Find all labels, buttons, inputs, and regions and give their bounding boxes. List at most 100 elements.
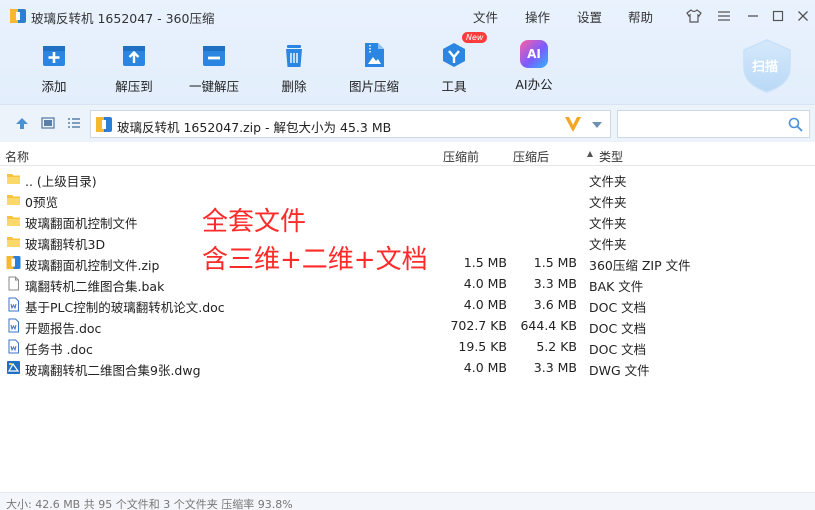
file-name: 0预览 <box>25 195 58 210</box>
column-size[interactable]: 压缩前 <box>443 148 479 165</box>
skin-shirt-icon[interactable] <box>684 6 704 26</box>
file-name: 璃翻转机二维图合集.bak <box>25 279 165 294</box>
file-size: 4.0 MB <box>463 297 507 312</box>
file-type: 文件夹 <box>589 237 627 252</box>
file-name: .. (上级目录) <box>25 174 97 189</box>
one-click-extract-button[interactable]: 一键解压 <box>182 40 246 96</box>
file-size: 4.0 MB <box>463 360 507 375</box>
extract-to-button[interactable]: 解压到 <box>102 40 166 96</box>
delete-button[interactable]: 删除 <box>262 40 326 96</box>
column-type[interactable]: 类型 <box>599 148 623 165</box>
add-button[interactable]: 添加 <box>22 40 86 96</box>
file-row[interactable]: 任务书 .doc 19.5 KB 5.2 KB DOC 文档 <box>0 336 815 357</box>
ai-office-icon: AI <box>520 40 548 68</box>
minimize-icon[interactable] <box>743 6 763 26</box>
file-type: 文件夹 <box>589 174 627 189</box>
column-packed[interactable]: 压缩后 <box>513 148 549 165</box>
overlay-line-2: 含三维+二维+文档 <box>202 245 428 275</box>
delete-icon <box>286 45 302 67</box>
file-size: 1.5 MB <box>463 255 507 270</box>
add-icon <box>43 46 65 66</box>
menu-help[interactable]: 帮助 <box>628 7 653 26</box>
file-name: 玻璃翻转机二维图合集9张.dwg <box>25 363 201 378</box>
file-type: BAK 文件 <box>589 279 644 294</box>
file-row[interactable]: 璃翻转机二维图合集.bak 4.0 MB 3.3 MB BAK 文件 <box>0 273 815 294</box>
close-icon[interactable] <box>793 6 813 26</box>
up-arrow-icon[interactable] <box>14 115 30 131</box>
search-input[interactable] <box>617 110 810 138</box>
file-row[interactable]: 0预览 文件夹 <box>0 189 815 210</box>
file-row[interactable]: 玻璃翻转机二维图合集9张.dwg 4.0 MB 3.3 MB DWG 文件 <box>0 357 815 378</box>
address-field[interactable]: 玻璃反转机 1652047.zip - 解包大小为 45.3 MB <box>90 110 611 138</box>
sort-arrow-icon <box>587 151 593 157</box>
file-row[interactable]: .. (上级目录) 文件夹 <box>0 168 815 189</box>
ai-icon-text: AI <box>527 47 541 61</box>
file-type: 文件夹 <box>589 195 627 210</box>
extract-to-icon <box>123 46 145 66</box>
file-row[interactable]: 开题报告.doc 702.7 KB 644.4 KB DOC 文档 <box>0 315 815 336</box>
file-name: 任务书 .doc <box>25 342 93 357</box>
add-label: 添加 <box>41 79 67 94</box>
list-view-icon[interactable] <box>66 115 82 131</box>
file-packed-size: 5.2 KB <box>536 339 577 354</box>
folder-icon <box>6 213 21 228</box>
status-text: 大小: 42.6 MB 共 95 个文件和 3 个文件夹 压缩率 93.8% <box>6 498 293 510</box>
overlay-line-1: 全套文件 <box>202 207 307 237</box>
file-packed-size: 1.5 MB <box>533 255 577 270</box>
doc-file-icon <box>6 339 21 354</box>
file-name: 玻璃翻面机控制文件 <box>25 216 138 231</box>
address-bar-row: 玻璃反转机 1652047.zip - 解包大小为 45.3 MB <box>0 104 815 142</box>
scan-button[interactable]: 扫描 <box>741 38 793 94</box>
file-name: 开题报告.doc <box>25 321 102 336</box>
extract-to-label: 解压到 <box>115 79 153 94</box>
menu-file[interactable]: 文件 <box>473 7 498 26</box>
file-size: 4.0 MB <box>463 276 507 291</box>
doc-file-icon <box>6 297 21 312</box>
file-packed-size: 644.4 KB <box>520 318 577 333</box>
ai-office-button[interactable]: AI AI办公 <box>502 40 566 96</box>
file-type: 360压缩 ZIP 文件 <box>589 258 691 273</box>
file-type: DOC 文档 <box>589 300 647 315</box>
image-compress-button[interactable]: 图片压缩 <box>342 40 406 96</box>
folder-up-icon <box>6 171 21 186</box>
maximize-icon[interactable] <box>768 6 788 26</box>
thumbnail-view-icon[interactable] <box>40 115 56 131</box>
menu-operate[interactable]: 操作 <box>525 7 550 26</box>
file-packed-size: 3.3 MB <box>533 360 577 375</box>
tools-icon <box>443 43 465 67</box>
ai-office-label: AI办公 <box>515 77 553 92</box>
menu-lines-icon[interactable] <box>714 6 734 26</box>
file-type: 文件夹 <box>589 216 627 231</box>
window-title: 玻璃反转机 1652047 - 360压缩 <box>31 11 215 26</box>
app-icon <box>10 9 26 23</box>
file-type: DOC 文档 <box>589 342 647 357</box>
file-row[interactable]: 玻璃翻面机控制文件 文件夹 <box>0 210 815 231</box>
address-path: 玻璃反转机 1652047.zip - 解包大小为 45.3 MB <box>117 120 392 135</box>
file-name: 基于PLC控制的玻璃翻转机论文.doc <box>25 300 225 315</box>
chevron-down-icon[interactable] <box>591 121 603 129</box>
image-compress-label: 图片压缩 <box>348 79 399 94</box>
zip-file-icon <box>6 255 21 270</box>
menu-settings[interactable]: 设置 <box>577 7 602 26</box>
file-row[interactable]: 基于PLC控制的玻璃翻转机论文.doc 4.0 MB 3.6 MB DOC 文档 <box>0 294 815 315</box>
file-type: DWG 文件 <box>589 363 650 378</box>
tools-button[interactable]: New 工具 <box>422 32 488 96</box>
header-area: 玻璃反转机 1652047 - 360压缩 文件 操作 设置 帮助 添加 解压到… <box>0 0 815 104</box>
v-logo-icon[interactable] <box>564 114 582 134</box>
scan-label: 扫描 <box>752 60 779 75</box>
folder-icon <box>6 234 21 249</box>
tools-label: 工具 <box>441 79 467 94</box>
status-bar: 大小: 42.6 MB 共 95 个文件和 3 个文件夹 压缩率 93.8% <box>0 492 815 510</box>
search-icon[interactable] <box>788 117 803 132</box>
file-name: 玻璃翻转机3D <box>25 237 106 252</box>
image-compress-icon <box>365 43 384 67</box>
folder-icon <box>6 192 21 207</box>
dwg-file-icon <box>6 360 21 375</box>
one-click-extract-label: 一键解压 <box>188 79 239 94</box>
title-bar: 玻璃反转机 1652047 - 360压缩 文件 操作 设置 帮助 <box>0 0 815 32</box>
doc-file-icon <box>6 318 21 333</box>
file-packed-size: 3.6 MB <box>533 297 577 312</box>
file-packed-size: 3.3 MB <box>533 276 577 291</box>
column-name[interactable]: 名称 <box>5 148 29 165</box>
delete-label: 删除 <box>281 79 307 94</box>
